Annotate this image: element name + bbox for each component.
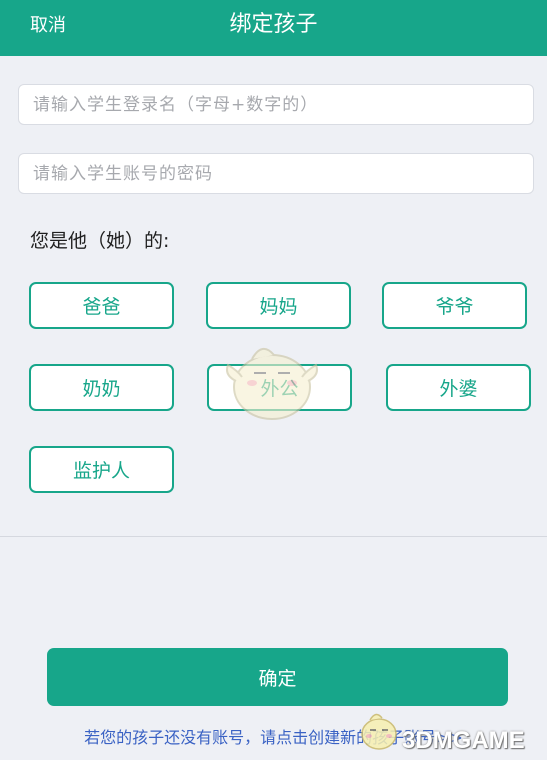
student-login-name-input[interactable] [18, 84, 534, 125]
relation-option-paternal-grandma[interactable]: 奶奶 [29, 364, 174, 411]
create-child-account-link[interactable]: 若您的孩子还没有账号，请点击创建新的孩子账号>> [0, 727, 547, 749]
section-divider [0, 536, 547, 537]
relation-label: 您是他（她）的: [30, 230, 170, 252]
relation-option-maternal-grandma[interactable]: 外婆 [386, 364, 531, 411]
relation-option-guardian[interactable]: 监护人 [29, 446, 174, 493]
top-bar: 取消 绑定孩子 [0, 0, 547, 56]
confirm-button[interactable]: 确定 [47, 648, 508, 706]
student-password-input[interactable] [18, 153, 534, 194]
relation-option-dad[interactable]: 爸爸 [29, 282, 174, 329]
relation-option-paternal-grandpa[interactable]: 爷爷 [382, 282, 527, 329]
relation-option-maternal-grandpa[interactable]: 外公 [207, 364, 352, 411]
page-title: 绑定孩子 [229, 12, 318, 37]
relation-option-mom[interactable]: 妈妈 [206, 282, 351, 329]
